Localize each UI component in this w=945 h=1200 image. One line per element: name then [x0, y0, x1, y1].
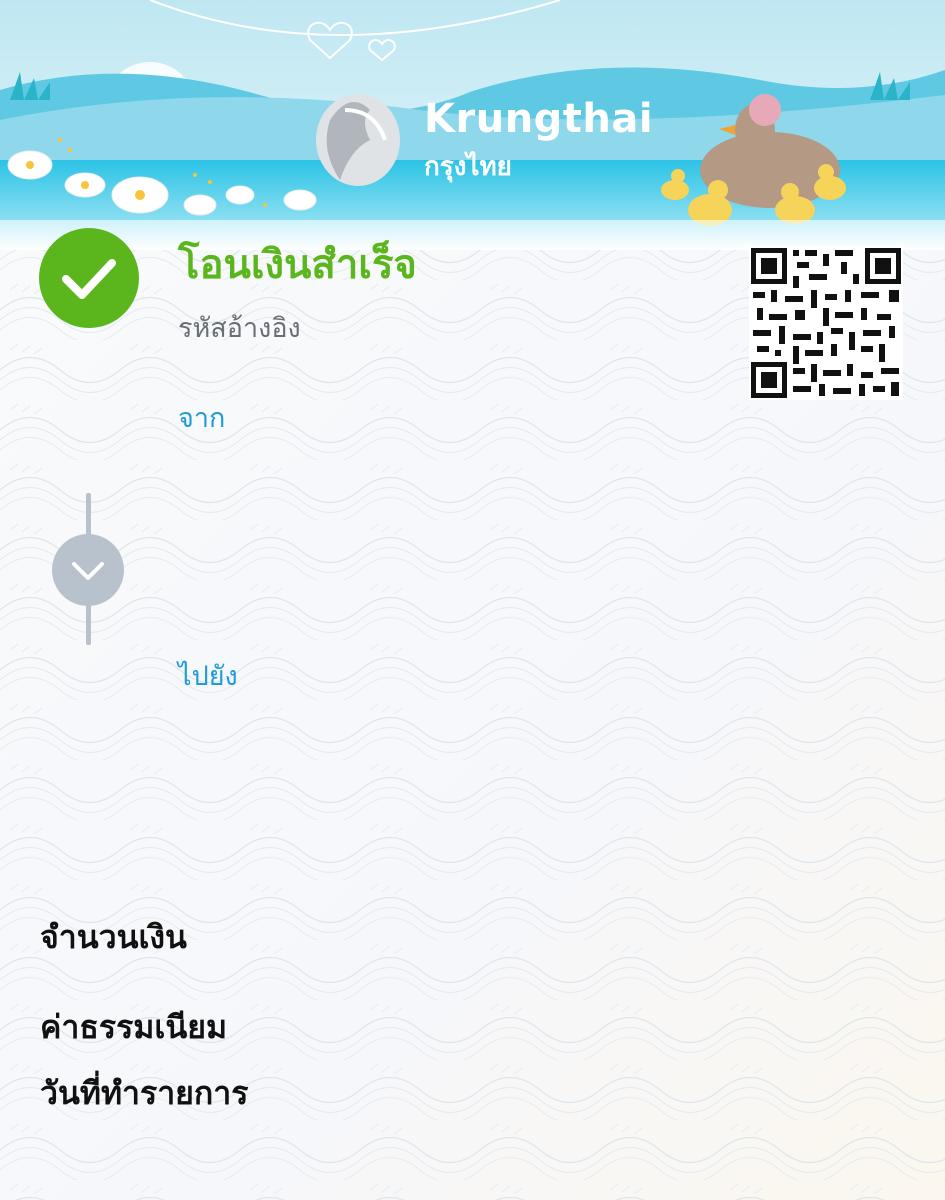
transfer-status-title: โอนเงินสำเร็จ [178, 242, 417, 288]
brand-name-en: Krungthai [424, 96, 654, 142]
to-label: ไปยัง [178, 661, 238, 692]
amount-label: จำนวนเงิน [40, 918, 187, 956]
phoenix-logo-icon [316, 94, 400, 186]
fee-label: ค่าธรรมเนียม [40, 1008, 228, 1046]
reference-label: รหัสอ้างอิง [178, 313, 301, 344]
check-circle-icon [39, 228, 139, 328]
transfer-direction-badge [52, 534, 124, 606]
from-label: จาก [178, 403, 226, 434]
chevron-down-icon [72, 562, 104, 580]
brand-name-th: กรุงไทย [424, 152, 512, 182]
transaction-date-label: วันที่ทำรายการ [40, 1074, 249, 1112]
qr-code-icon[interactable] [749, 246, 903, 400]
